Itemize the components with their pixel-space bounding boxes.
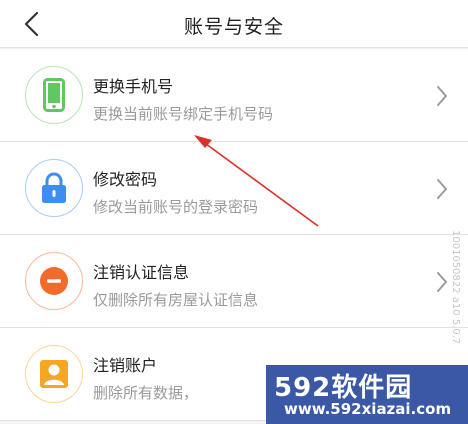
- change-password-subtitle: 修改当前账号的登录密码: [93, 198, 259, 216]
- user-icon: [40, 360, 68, 388]
- change-password-title: 修改密码: [93, 170, 158, 189]
- watermark-logo: 592软件园 www.592xiazai.com: [266, 365, 468, 424]
- cancel-account-subtitle: 删除所有数据，: [93, 384, 199, 402]
- cancel-certification-row[interactable]: 注销认证信息 仅删除所有房屋认证信息: [0, 235, 468, 328]
- side-version-id: 1001050822 a10 5.0.7: [450, 230, 461, 345]
- lock-icon: [42, 172, 66, 203]
- cancel-certification-subtitle: 仅删除所有房屋认证信息: [93, 291, 259, 309]
- chevron-right-icon: [437, 86, 447, 106]
- change-password-row[interactable]: 修改密码 修改当前账号的登录密码: [0, 142, 468, 235]
- page-title: 账号与安全: [183, 16, 284, 38]
- phone-icon-circle: [25, 66, 83, 124]
- lock-icon-circle: [25, 159, 83, 217]
- cancel-certification-title: 注销认证信息: [93, 263, 190, 282]
- change-phone-title: 更换手机号: [93, 77, 174, 96]
- chevron-right-icon: [437, 179, 447, 199]
- minus-circle-icon: [40, 267, 68, 295]
- top-bar: 账号与安全: [0, 0, 468, 48]
- watermark-brand: 592软件园: [274, 373, 413, 403]
- change-phone-subtitle: 更换当前账号绑定手机号码: [93, 105, 274, 123]
- watermark-url: www.592xiazai.com: [284, 400, 452, 418]
- change-phone-row[interactable]: 更换手机号 更换当前账号绑定手机号码: [0, 49, 468, 142]
- user-icon-circle: [25, 345, 83, 403]
- smartphone-icon: [43, 78, 65, 112]
- cancel-account-title: 注销账户: [93, 356, 158, 375]
- minus-icon-circle: [25, 252, 83, 310]
